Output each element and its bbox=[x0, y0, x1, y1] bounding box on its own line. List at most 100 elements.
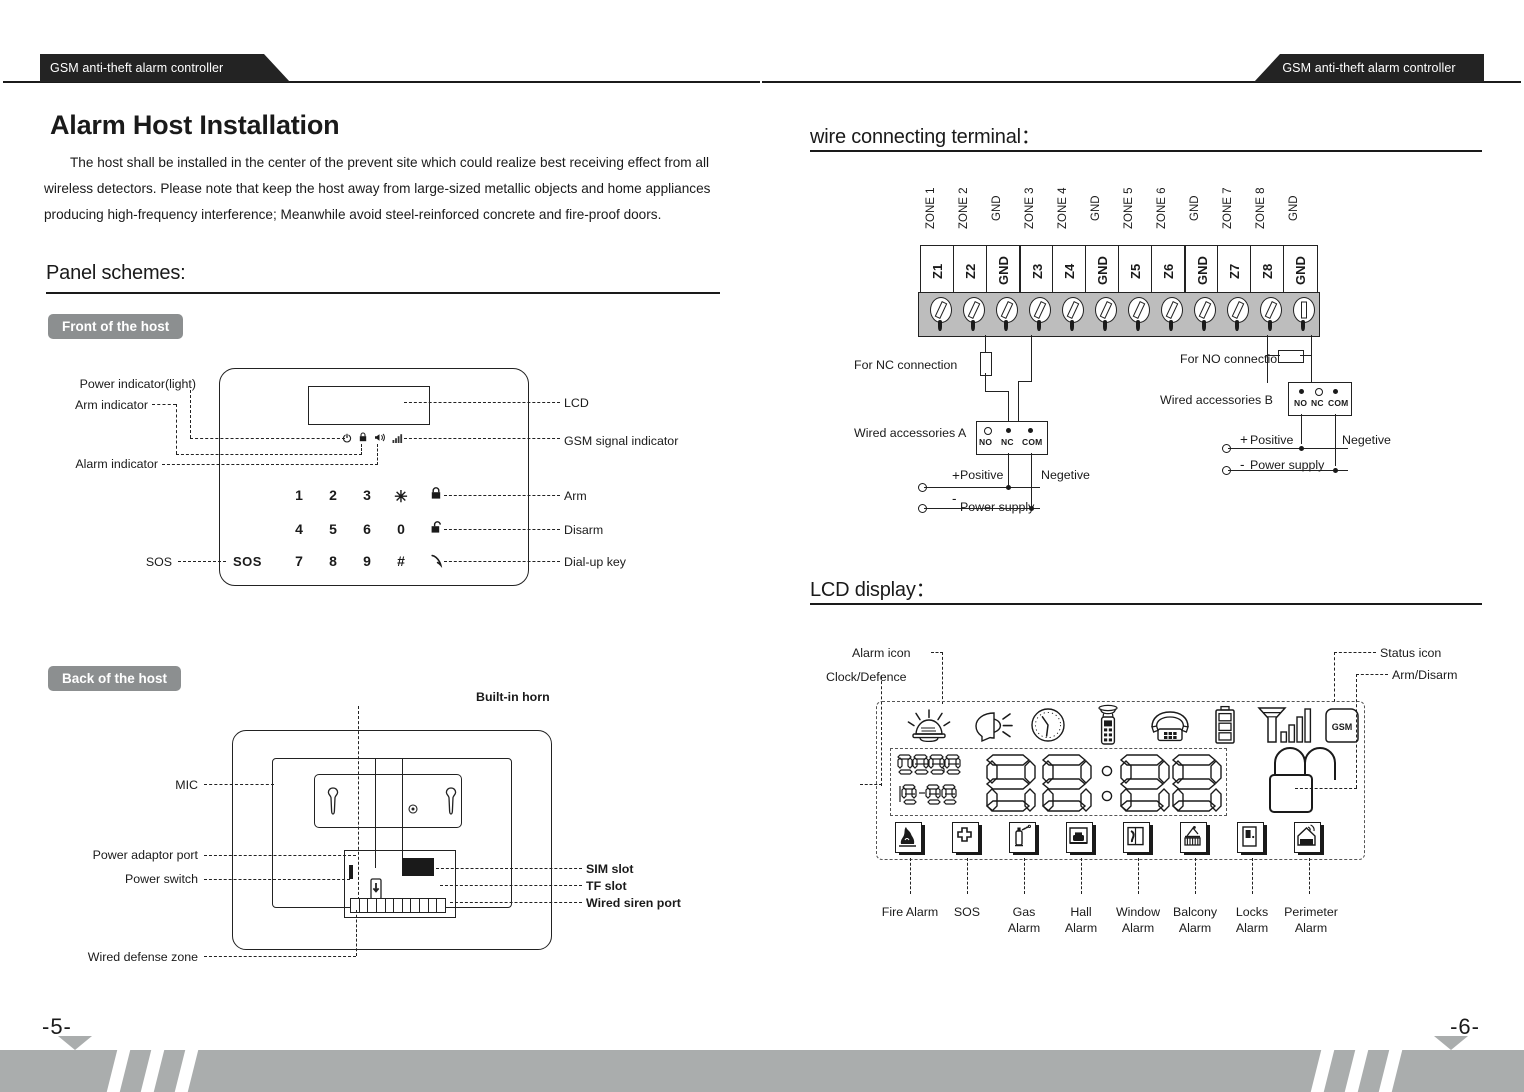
label-mic: MIC bbox=[175, 778, 198, 792]
intro-paragraph: The host shall be installed in the cente… bbox=[44, 150, 720, 228]
terminal-screw-7[interactable] bbox=[1128, 297, 1150, 323]
terminal-screw-4[interactable] bbox=[1029, 297, 1051, 323]
terminal-screw-11[interactable] bbox=[1260, 297, 1282, 323]
terminal-pin-label-3: GND bbox=[996, 256, 1011, 286]
zone-label-3: GND bbox=[991, 195, 1003, 221]
label-wired-defense-zone: Wired defense zone bbox=[87, 950, 198, 964]
hall-alarm-icon bbox=[1066, 822, 1096, 855]
label-lcd: LCD bbox=[564, 396, 589, 410]
arm-lock-indicator-icon bbox=[358, 432, 368, 443]
power-switch[interactable] bbox=[349, 865, 353, 879]
wired-defense-zone-connector bbox=[350, 898, 446, 913]
terminal-pin-2 bbox=[971, 320, 975, 331]
keypad-key-0[interactable]: 0 bbox=[390, 521, 412, 537]
zone-label-7: ZONE 5 bbox=[1123, 187, 1135, 229]
remote-siren-icon bbox=[1095, 704, 1121, 746]
acc-a-label-nc: NC bbox=[1001, 437, 1014, 447]
label-disarm: Disarm bbox=[564, 523, 604, 537]
lock-open-icon[interactable] bbox=[430, 521, 443, 534]
acc-a-label-com: COM bbox=[1022, 437, 1043, 447]
terminal-screw-6[interactable] bbox=[1095, 297, 1117, 323]
label-alarm-icon: Alarm icon bbox=[852, 646, 911, 660]
front-panel-lcd bbox=[308, 386, 430, 425]
terminal-screw-2[interactable] bbox=[963, 297, 985, 323]
sos-cross-icon bbox=[952, 822, 982, 855]
terminal-cell-10: Z7 bbox=[1217, 245, 1252, 297]
terminal-screw-1[interactable] bbox=[930, 297, 952, 323]
nc-resistor bbox=[980, 352, 992, 376]
gsm-signal-indicator-icon bbox=[392, 433, 404, 443]
open-padlock-icon bbox=[1262, 744, 1344, 814]
leader-sos-h bbox=[178, 561, 226, 562]
terminal-pin-label-1: Z1 bbox=[930, 263, 945, 279]
label-sim-slot: SIM slot bbox=[586, 862, 634, 876]
lcd-date-digits bbox=[898, 782, 960, 808]
svg-text:GSM: GSM bbox=[1332, 722, 1353, 732]
acc-b-pos-rail bbox=[1228, 448, 1348, 449]
leader-gsm-signal bbox=[404, 438, 560, 439]
nc-resistor-lead-bottom bbox=[985, 373, 986, 391]
locks-alarm-icon bbox=[1237, 822, 1267, 855]
keypad-key-2[interactable]: 2 bbox=[322, 487, 344, 503]
terminal-screw-9[interactable] bbox=[1194, 297, 1216, 323]
terminal-cell-5: Z4 bbox=[1052, 245, 1087, 297]
keypad-key-7[interactable]: 7 bbox=[288, 553, 310, 569]
gsm-sim-icon: GSM bbox=[1324, 708, 1360, 744]
phone-handset-icon[interactable] bbox=[430, 553, 444, 569]
lock-closed-icon[interactable] bbox=[430, 487, 442, 500]
label-wired-accessories-b: Wired accessories B bbox=[1160, 393, 1273, 407]
terminal-cell-4: Z3 bbox=[1019, 245, 1055, 297]
terminal-screw-12[interactable] bbox=[1293, 297, 1315, 323]
terminal-screw-5[interactable] bbox=[1062, 297, 1084, 323]
gas-alarm-icon bbox=[1009, 822, 1039, 855]
leader-defense-h bbox=[204, 956, 356, 957]
no-wire-v-right2 bbox=[1311, 355, 1312, 383]
terminal-cell-9: GND bbox=[1184, 245, 1220, 297]
sim-slot bbox=[402, 858, 434, 876]
acc-a-label-no: NO bbox=[979, 437, 993, 447]
acc-a-nc-terminal bbox=[1006, 428, 1011, 433]
nc-wire-h1 bbox=[985, 391, 1009, 392]
leader-status-icon-v bbox=[1334, 652, 1335, 702]
terminal-screw-3[interactable] bbox=[996, 297, 1018, 323]
tf-slot-icon bbox=[370, 878, 382, 900]
acc-b-no-terminal bbox=[1299, 389, 1304, 394]
front-of-host-pill: Front of the host bbox=[48, 314, 184, 339]
leader-lcd bbox=[404, 402, 560, 403]
terminal-cell-8: Z6 bbox=[1151, 245, 1186, 297]
keypad-key-4[interactable]: 4 bbox=[288, 521, 310, 537]
keypad-key-5[interactable]: 5 bbox=[322, 521, 344, 537]
keypad-key-hash[interactable]: # bbox=[390, 553, 412, 569]
keypad-key-star[interactable]: ✳ bbox=[390, 487, 412, 507]
keypad-key-9[interactable]: 9 bbox=[356, 553, 378, 569]
keypad-key-1[interactable]: 1 bbox=[288, 487, 310, 503]
balcony-alarm-icon bbox=[1180, 822, 1210, 855]
leader-zone-8 bbox=[1309, 858, 1310, 894]
label-arm: Arm bbox=[564, 489, 587, 503]
perimeter-alarm-icon bbox=[1294, 822, 1324, 855]
leader-disarm bbox=[444, 529, 560, 530]
acc-b-plus-sign: + bbox=[1240, 432, 1248, 447]
zone-label-12: GND bbox=[1288, 195, 1300, 221]
acc-b-label-negetive: Negetive bbox=[1342, 433, 1391, 447]
screw-hole-icon bbox=[408, 804, 418, 814]
terminal-pin-label-6: GND bbox=[1095, 256, 1110, 286]
manual-spread: GSM anti-theft alarm controller Alarm Ho… bbox=[0, 0, 1524, 1092]
terminal-screw-8[interactable] bbox=[1161, 297, 1183, 323]
keyhole-right-icon bbox=[444, 786, 458, 816]
keypad-key-8[interactable]: 8 bbox=[322, 553, 344, 569]
keypad-key-3[interactable]: 3 bbox=[356, 487, 378, 503]
alarm-indicator-icon bbox=[374, 432, 386, 443]
leader-defense-v bbox=[356, 910, 357, 956]
back-of-host-pill: Back of the host bbox=[48, 666, 182, 691]
label-wired-accessories-a: Wired accessories A bbox=[854, 426, 967, 440]
terminal-pin-12 bbox=[1301, 320, 1305, 331]
lcd-time-digits bbox=[985, 752, 1222, 812]
terminal-screw-10[interactable] bbox=[1227, 297, 1249, 323]
nc-wire-v2 bbox=[1031, 335, 1032, 381]
leader-power-indicator-v bbox=[190, 390, 191, 438]
keypad-key-sos[interactable]: SOS bbox=[233, 554, 262, 569]
leader-zone-4 bbox=[1081, 858, 1082, 894]
keypad-key-6[interactable]: 6 bbox=[356, 521, 378, 537]
zone-caption-perimeter: Perimeter Alarm bbox=[1284, 905, 1338, 935]
